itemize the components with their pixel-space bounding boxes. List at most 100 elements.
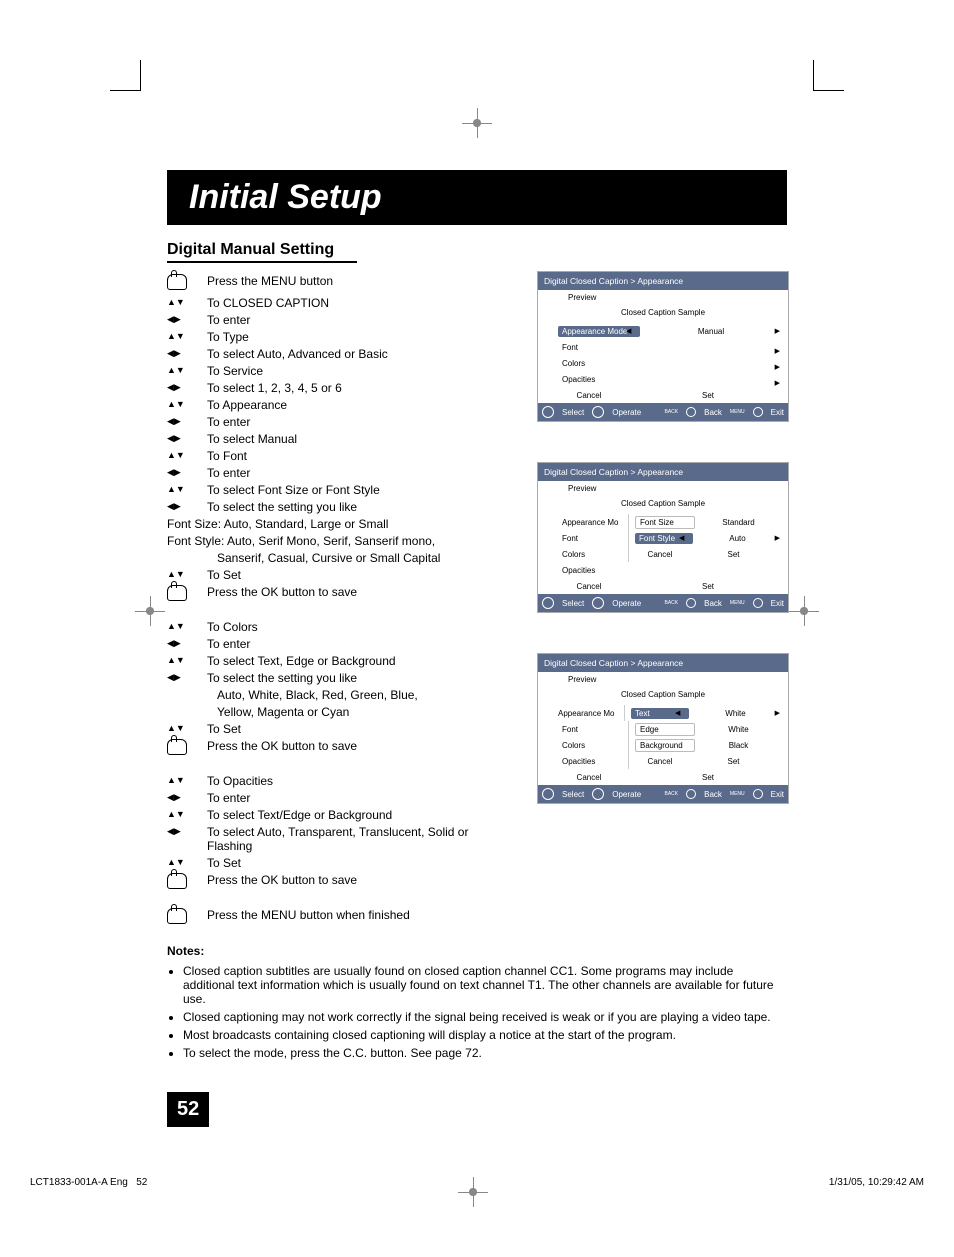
instruction-text: To select Auto, Advanced or Basic (207, 347, 507, 361)
instruction-text: Press the OK button to save (207, 739, 507, 753)
instruction-text: To select Manual (207, 432, 507, 446)
up-down-arrows-icon (167, 774, 185, 786)
osd-row-value: Standard (695, 518, 782, 527)
registration-mark-icon (789, 596, 819, 626)
up-down-arrows-icon (167, 856, 185, 868)
nav-icon (592, 597, 604, 609)
osd-row-label: Font (544, 725, 622, 734)
instruction-text: Press the OK button to save (207, 585, 507, 599)
osd-row-value: Manual (640, 327, 782, 336)
note-text: Auto, White, Black, Red, Green, Blue, (167, 688, 507, 702)
left-right-arrows-icon (167, 825, 181, 837)
nav-icon (542, 788, 554, 800)
registration-mark-icon (462, 108, 492, 138)
note-text: Font Style: Auto, Serif Mono, Serif, San… (167, 534, 507, 548)
osd-row-label: Font (544, 534, 622, 543)
osd-breadcrumb: Digital Closed Caption > Appearance (538, 463, 788, 481)
instruction-text: To select 1, 2, 3, 4, 5 or 6 (207, 381, 507, 395)
left-right-arrows-icon (167, 500, 181, 512)
osd-row-value: Black (695, 741, 782, 750)
registration-mark-icon (458, 1177, 488, 1207)
instruction-text: To enter (207, 466, 507, 480)
page-number: 52 (167, 1092, 209, 1127)
instruction-text: To enter (207, 637, 507, 651)
instruction-text: To select the setting you like (207, 671, 507, 685)
instruction-text: To Colors (207, 620, 507, 634)
osd-footer: Select Operate BACKBack MENUExit (538, 594, 788, 612)
up-down-arrows-icon (167, 398, 185, 410)
osd-set: Set (634, 391, 782, 400)
osd-footer: Select Operate BACKBack MENUExit (538, 785, 788, 803)
page-title: Initial Setup (167, 170, 787, 225)
up-down-arrows-icon (167, 449, 185, 461)
note-text: Yellow, Magenta or Cyan (167, 705, 507, 719)
osd-row-label: Colors (544, 741, 622, 750)
instruction-text: Press the MENU button (207, 274, 507, 288)
osd-row-label: Appearance Mo (544, 709, 618, 718)
left-right-arrows-icon (167, 381, 181, 393)
osd-row-sublabel: Font Size (635, 516, 695, 529)
circle-icon (686, 598, 696, 608)
hand-icon (167, 739, 187, 755)
note-item: Most broadcasts containing closed captio… (183, 1028, 787, 1042)
osd-row-value: White (689, 709, 782, 718)
note-item: Closed caption subtitles are usually fou… (183, 964, 787, 1006)
osd-screenshot: Digital Closed Caption > Appearance Prev… (537, 462, 789, 613)
osd-set: Set (634, 773, 782, 782)
osd-row-label: Colors (544, 550, 622, 559)
instruction-list: Press the MENU button To CLOSED CAPTION To… (167, 271, 507, 930)
osd-row-value: Set (685, 550, 782, 559)
left-right-arrows-icon (167, 347, 181, 359)
instruction-text: To Set (207, 856, 507, 870)
notes-heading: Notes: (167, 944, 787, 958)
footer-line: LCT1833-001A-A Eng 52 1/31/05, 10:29:42 … (0, 1177, 954, 1257)
instruction-text: To select Text/Edge or Background (207, 808, 507, 822)
instruction-text: To select the setting you like (207, 500, 507, 514)
nav-icon (542, 597, 554, 609)
instruction-text: To enter (207, 313, 507, 327)
osd-row-sublabel: Cancel (635, 550, 685, 559)
osd-breadcrumb: Digital Closed Caption > Appearance (538, 654, 788, 672)
osd-row-label: Opacities (544, 757, 622, 766)
instruction-text: To Type (207, 330, 507, 344)
osd-cancel: Cancel (544, 582, 634, 591)
note-text: Sanserif, Casual, Cursive or Small Capit… (167, 551, 507, 565)
osd-label: Preview (538, 481, 788, 496)
osd-row-sublabel: Cancel (635, 757, 685, 766)
nav-icon (592, 406, 604, 418)
instruction-text: To Font (207, 449, 507, 463)
instruction-text: To enter (207, 415, 507, 429)
note-item: Closed captioning may not work correctly… (183, 1010, 787, 1024)
instruction-text: Press the MENU button when finished (207, 908, 507, 922)
osd-row-label: Colors (544, 359, 634, 368)
hand-icon (167, 873, 187, 889)
hand-icon (167, 274, 187, 290)
instruction-text: To select Text, Edge or Background (207, 654, 507, 668)
instruction-text: Press the OK button to save (207, 873, 507, 887)
instruction-text: To select Auto, Transparent, Translucent… (207, 825, 507, 853)
notes-section: Notes: Closed caption subtitles are usua… (167, 944, 787, 1060)
nav-icon (542, 406, 554, 418)
up-down-arrows-icon (167, 568, 185, 580)
up-down-arrows-icon (167, 364, 185, 376)
osd-screenshot: Digital Closed Caption > Appearance Prev… (537, 271, 789, 422)
up-down-arrows-icon (167, 722, 185, 734)
osd-breadcrumb: Digital Closed Caption > Appearance (538, 272, 788, 290)
left-right-arrows-icon (167, 432, 181, 444)
up-down-arrows-icon (167, 330, 185, 342)
osd-row-value: White (695, 725, 782, 734)
crop-mark (110, 60, 141, 91)
osd-row-label: Appearance Mo (544, 518, 622, 527)
osd-screenshot: Digital Closed Caption > Appearance Prev… (537, 653, 789, 804)
left-right-arrows-icon (167, 313, 181, 325)
osd-row-value: Set (685, 757, 782, 766)
hand-icon (167, 585, 187, 601)
osd-row-sublabel: Edge (635, 723, 695, 736)
osd-row-value: Auto (693, 534, 782, 543)
osd-row-label: Font (544, 343, 634, 352)
instruction-text: To CLOSED CAPTION (207, 296, 507, 310)
circle-icon (753, 598, 763, 608)
instruction-text: To Appearance (207, 398, 507, 412)
circle-icon (686, 789, 696, 799)
left-right-arrows-icon (167, 791, 181, 803)
